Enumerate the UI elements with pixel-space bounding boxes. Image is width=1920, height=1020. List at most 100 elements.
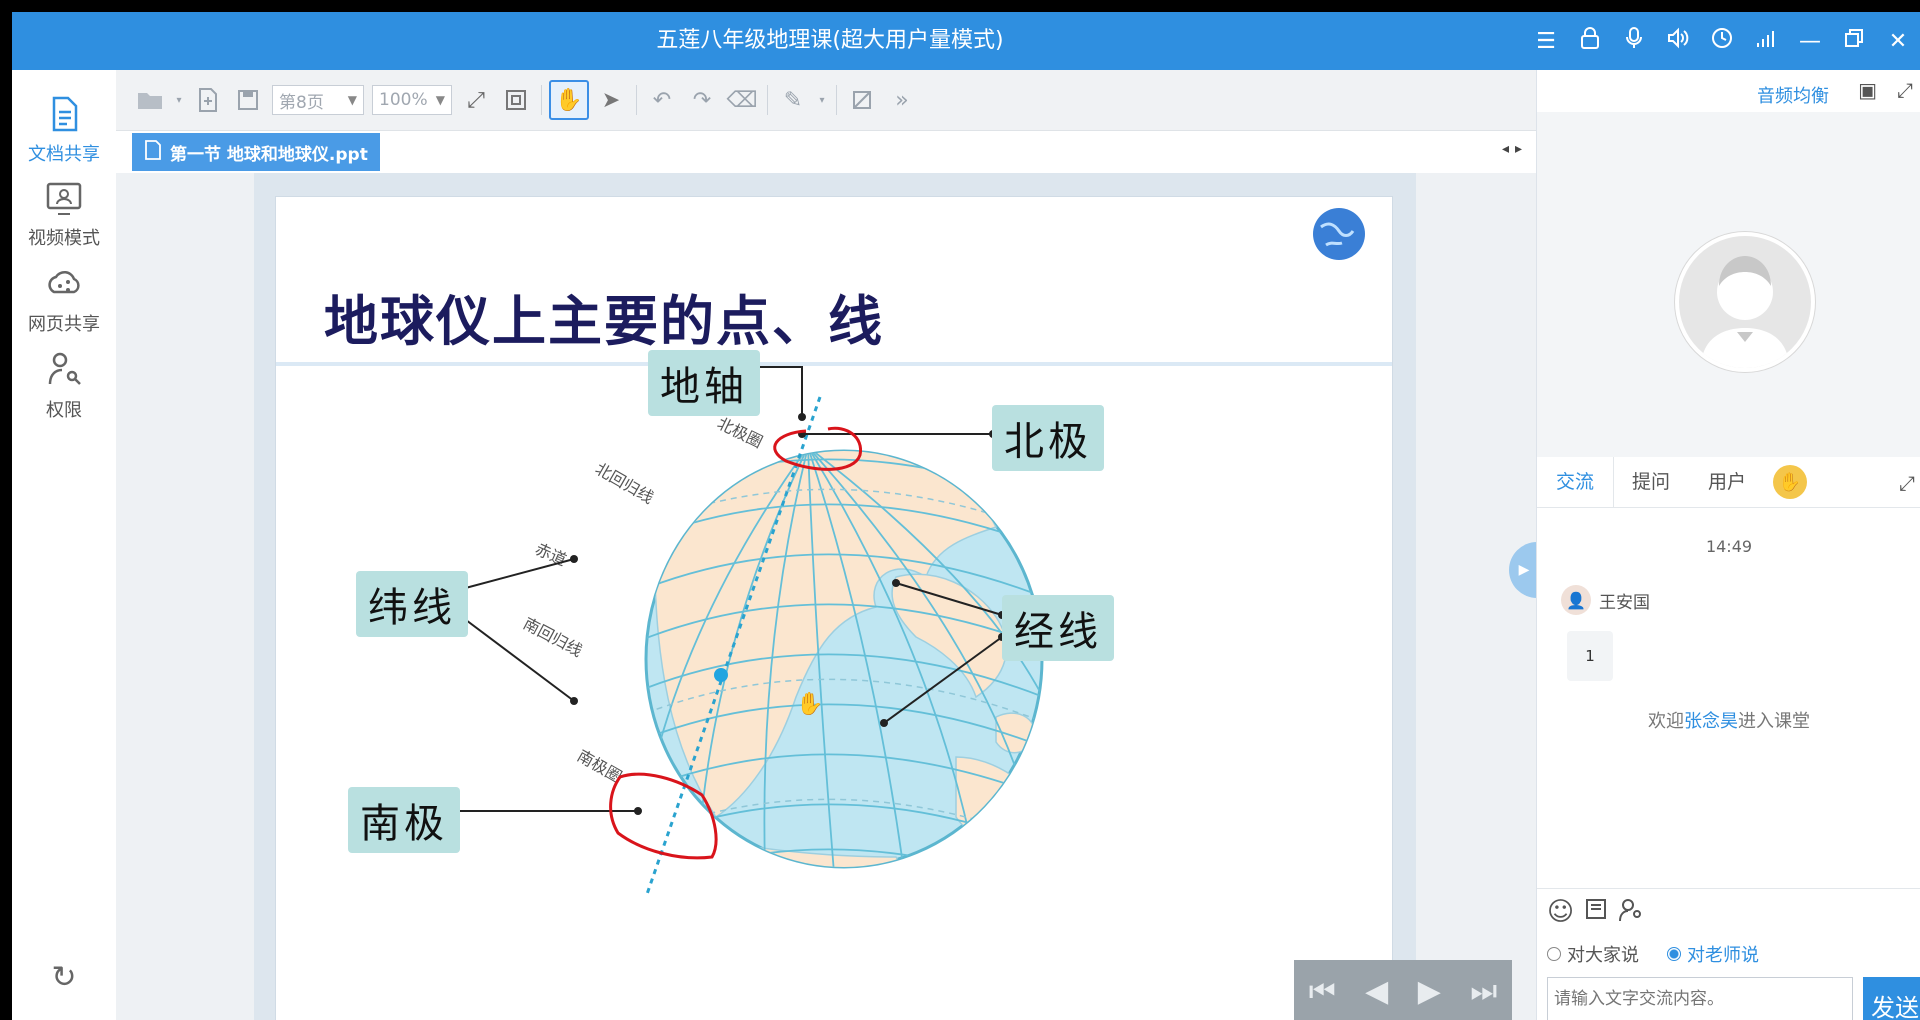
mic-icon[interactable]: [1612, 26, 1656, 56]
tab-chat[interactable]: 交流: [1537, 457, 1614, 507]
chat-tools: ☺: [1547, 897, 1642, 930]
last-page-icon[interactable]: ⏭: [1470, 974, 1497, 1009]
nav-doc-share[interactable]: 文档共享: [12, 92, 116, 166]
radio-to-everyone-label: 对大家说: [1567, 945, 1639, 966]
app-window: 五莲八年级地理课(超大用户量模式) ☰ — ✕ 文档共享 视频模式 网页共享 权…: [12, 12, 1920, 1020]
close-icon[interactable]: ✕: [1876, 29, 1920, 54]
open-folder-icon[interactable]: [132, 82, 168, 118]
title-bar: 五莲八年级地理课(超大用户量模式) ☰ — ✕: [12, 12, 1920, 70]
next-page-icon[interactable]: ▶: [1418, 974, 1441, 1009]
slide-pager: ⏮ ◀ ▶ ⏭: [1294, 960, 1512, 1020]
chat-message-input[interactable]: [1547, 977, 1853, 1020]
globe-logo-icon: [1313, 208, 1365, 260]
popout-icon[interactable]: ⤢: [1899, 471, 1915, 495]
prev-page-icon[interactable]: ◀: [1365, 974, 1388, 1009]
menu-icon[interactable]: ☰: [1524, 29, 1568, 54]
hand-cursor-icon: ✋: [796, 691, 823, 717]
open-dropdown-icon[interactable]: ▾: [172, 82, 186, 118]
teacher-video: [1537, 112, 1920, 457]
document-tab[interactable]: 第一节 地球和地球仪.ppt: [132, 133, 380, 171]
fit-page-icon[interactable]: [498, 82, 534, 118]
label-north-pole: 北极: [992, 405, 1104, 471]
chat-message: 1: [1567, 631, 1613, 681]
slide[interactable]: 地球仪上主要的点、线 北极圈 北回归线 赤道 南回归线 南极圈 ✋ 地轴 北极 …: [276, 197, 1392, 1020]
page-select[interactable]: 第8页 ▼: [272, 85, 364, 115]
chat-sender: 👤 王安国: [1561, 585, 1650, 615]
emoji-icon[interactable]: ☺: [1547, 897, 1574, 930]
ppt-file-icon: [144, 139, 162, 165]
nav-permissions[interactable]: 权限: [12, 348, 116, 422]
pointer-icon[interactable]: ➤: [593, 82, 629, 118]
chat-input-area: ☺ 对大家说 对老师说 发送: [1537, 888, 1920, 1020]
save-chat-icon[interactable]: [1584, 897, 1608, 930]
user-settings-icon[interactable]: [1618, 897, 1642, 930]
screen-switch-icon[interactable]: ▣: [1858, 78, 1877, 102]
nav-web-share-label: 网页共享: [28, 314, 100, 335]
eraser-icon[interactable]: ⌫: [724, 82, 760, 118]
clear-page-icon[interactable]: [844, 82, 880, 118]
window-controls: ☰ — ✕: [1524, 12, 1920, 70]
presentation-stage: 地球仪上主要的点、线 北极圈 北回归线 赤道 南回归线 南极圈 ✋ 地轴 北极 …: [116, 173, 1536, 1020]
zoom-select[interactable]: 100% ▼: [372, 85, 452, 115]
pen-icon[interactable]: ✎: [775, 82, 811, 118]
video-icon: [46, 182, 82, 215]
tab-questions[interactable]: 提问: [1613, 457, 1689, 507]
nav-web-share[interactable]: 网页共享: [12, 262, 116, 336]
label-earth-axis: 地轴: [648, 350, 760, 416]
clock-icon[interactable]: [1700, 26, 1744, 56]
user-key-icon: [48, 352, 81, 385]
earth-center-dot: [714, 668, 728, 682]
chevron-down-icon: ▼: [347, 93, 357, 107]
caret-left-icon[interactable]: ◂: [1502, 141, 1515, 157]
teacher-avatar: [1675, 232, 1815, 372]
right-panel-header: 音频均衡 ▣ ⤢: [1537, 70, 1920, 113]
hand-tool-icon[interactable]: ✋: [549, 80, 589, 120]
label-south-pole: 南极: [348, 787, 460, 853]
audio-balance-link[interactable]: 音频均衡: [1757, 82, 1829, 108]
tropic-capricorn-text: 南回归线: [520, 614, 585, 661]
sender-name: 王安国: [1599, 592, 1650, 613]
tab-users[interactable]: 用户: [1689, 457, 1765, 507]
document-tab-bar: 第一节 地球和地球仪.ppt ◂▸: [116, 131, 1536, 174]
document-tab-label: 第一节 地球和地球仪.ppt: [170, 144, 368, 165]
raise-hand-icon[interactable]: ✋: [1773, 465, 1807, 499]
toolbar-divider: [541, 85, 542, 115]
expand-icon[interactable]: ⤢: [1897, 78, 1913, 102]
nav-video-mode-label: 视频模式: [28, 228, 100, 249]
label-longitude: 经线: [1002, 595, 1114, 661]
first-page-icon[interactable]: ⏮: [1309, 974, 1336, 1009]
redo-icon[interactable]: ↷: [684, 82, 720, 118]
radio-to-everyone[interactable]: 对大家说: [1547, 941, 1639, 967]
signal-icon[interactable]: [1744, 27, 1788, 55]
fullscreen-icon[interactable]: ⤢: [458, 82, 494, 118]
undo-icon[interactable]: ↶: [644, 82, 680, 118]
radio-dot: [1547, 947, 1561, 961]
restore-icon[interactable]: [1832, 28, 1876, 54]
speaker-icon[interactable]: [1656, 27, 1700, 55]
chat-time: 14:49: [1705, 537, 1753, 556]
radio-to-teacher[interactable]: 对老师说: [1667, 941, 1759, 967]
page-select-value: 第8页: [279, 92, 324, 113]
cloud-share-icon: [48, 270, 80, 294]
toolbar-divider: [767, 85, 768, 115]
label-latitude: 纬线: [356, 571, 468, 637]
left-nav: 文档共享 视频模式 网页共享 权限 ↻: [12, 70, 117, 1020]
lock-icon[interactable]: [1568, 26, 1612, 56]
chat-tabs: 交流 提问 用户 ✋ ⤢: [1537, 457, 1920, 508]
new-page-icon[interactable]: [190, 82, 226, 118]
pen-dropdown-icon[interactable]: ▾: [815, 82, 829, 118]
more-icon[interactable]: »: [884, 82, 920, 118]
refresh-icon[interactable]: ↻: [12, 960, 116, 995]
caret-right-icon[interactable]: ▸: [1515, 141, 1528, 157]
audience-selector: 对大家说 对老师说: [1547, 941, 1759, 967]
radio-dot: [1667, 947, 1681, 961]
nav-permissions-label: 权限: [46, 400, 82, 421]
minimize-icon[interactable]: —: [1788, 29, 1832, 54]
window-title: 五莲八年级地理课(超大用户量模式): [656, 28, 1004, 53]
welcome-name[interactable]: 张念昊: [1684, 711, 1738, 732]
tab-scroll-arrows[interactable]: ◂▸: [1502, 141, 1528, 157]
nav-video-mode[interactable]: 视频模式: [12, 176, 116, 250]
nav-doc-share-label: 文档共享: [28, 144, 100, 165]
send-button[interactable]: 发送: [1863, 977, 1920, 1020]
save-icon[interactable]: [230, 82, 266, 118]
